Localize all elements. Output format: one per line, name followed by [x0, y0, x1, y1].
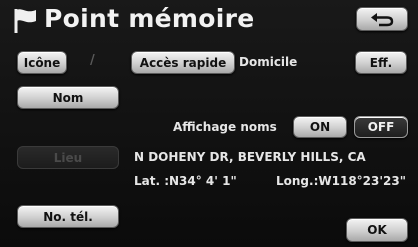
display-names-label: Affichage noms — [173, 120, 277, 134]
location-button: Lieu — [17, 146, 119, 169]
display-names-on-button[interactable]: ON — [293, 116, 347, 138]
display-names-off-button[interactable]: OFF — [354, 116, 408, 138]
toolbar-separator: / — [90, 53, 95, 68]
latitude-text: Lat. :N34° 4' 1" — [134, 174, 237, 188]
flag-icon — [14, 9, 36, 33]
address-text: N DOHENY DR, BEVERLY HILLS, CA — [134, 150, 366, 164]
point-memoire-screen: Point mémoire Icône / Accès rapide Domic… — [0, 0, 418, 247]
name-button[interactable]: Nom — [17, 86, 119, 109]
phone-button[interactable]: No. tél. — [17, 205, 119, 228]
quick-access-button[interactable]: Accès rapide — [131, 51, 235, 74]
header-bar: Point mémoire — [0, 0, 418, 37]
longitude-text: Long.:W118°23'23" — [276, 174, 406, 188]
icon-button[interactable]: Icône — [17, 51, 67, 74]
delete-button[interactable]: Eff. — [355, 51, 407, 74]
quick-access-value: Domicile — [239, 55, 298, 69]
page-title: Point mémoire — [44, 4, 255, 33]
back-button[interactable] — [356, 7, 408, 31]
ok-button[interactable]: OK — [346, 218, 408, 242]
return-arrow-icon — [371, 13, 394, 27]
